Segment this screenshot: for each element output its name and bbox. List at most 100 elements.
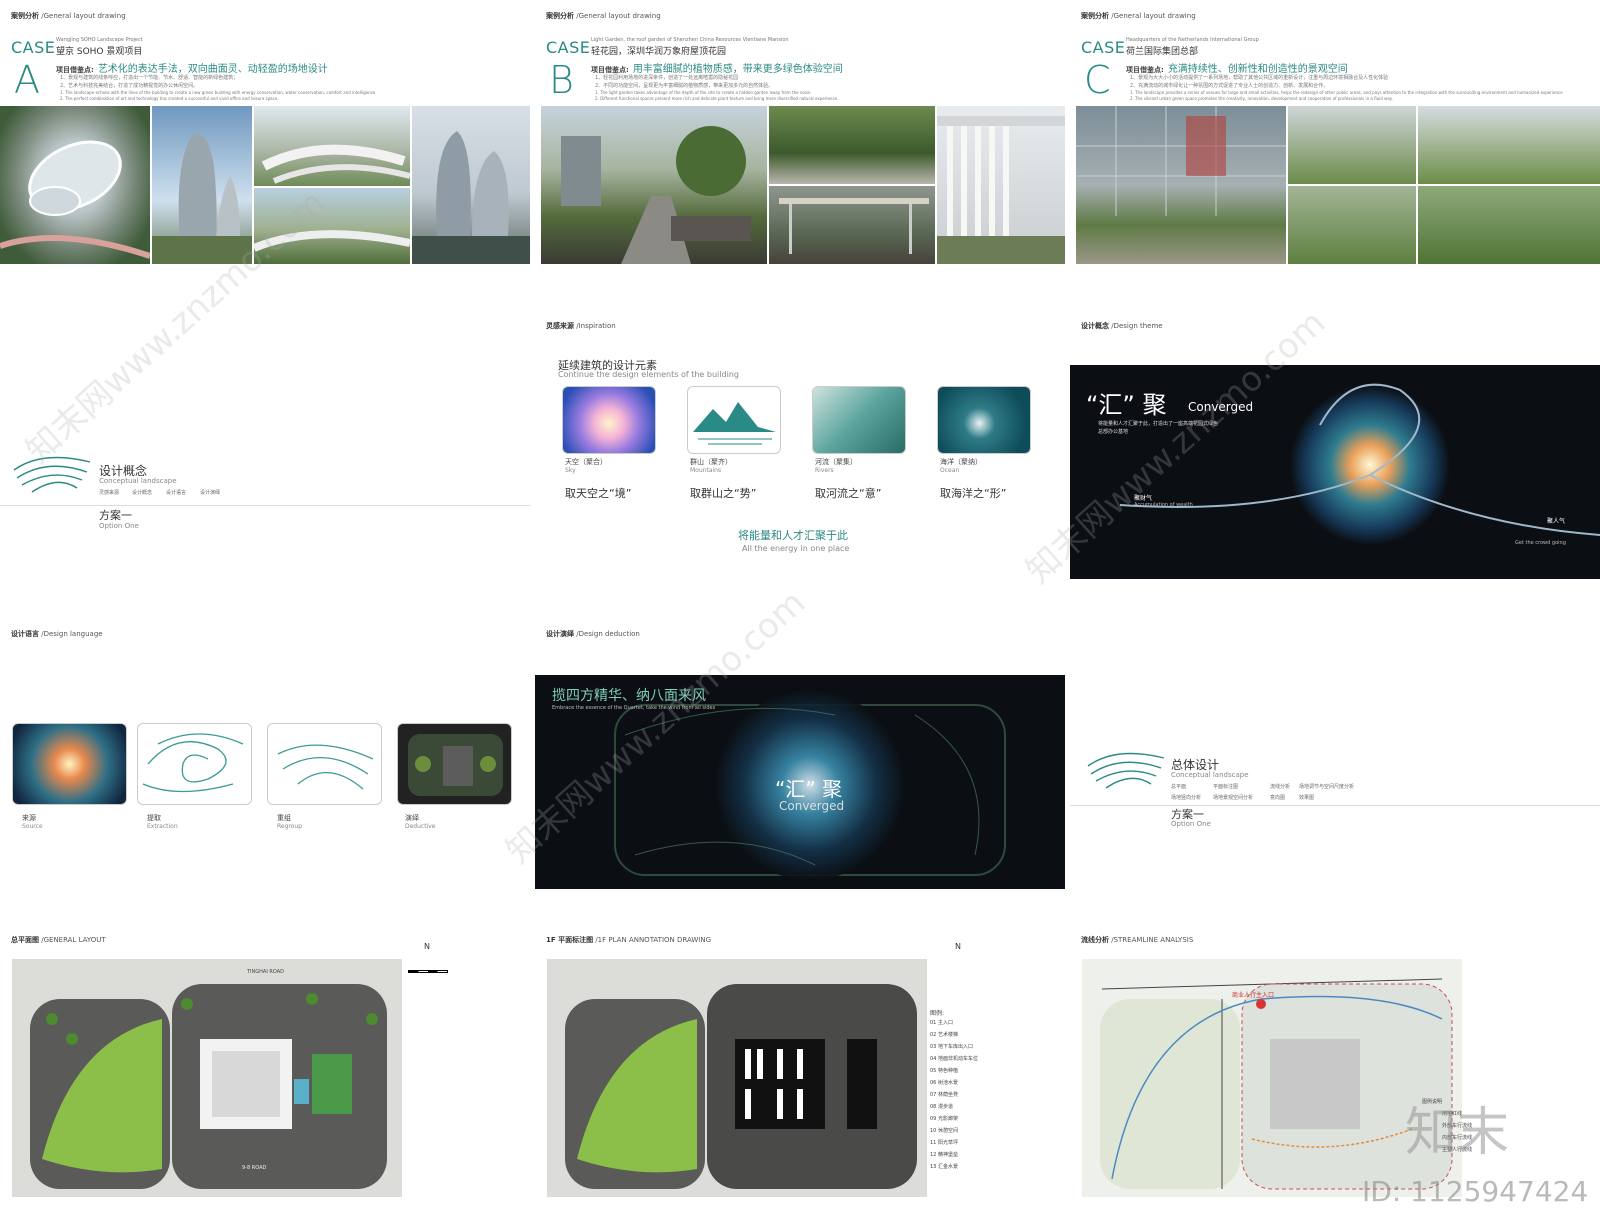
overall-sub: 场地竖向分析 [1171, 795, 1202, 801]
document-page: 案例分析 /General layout drawing CASE Wangji… [0, 0, 1600, 1229]
photo-lawn [769, 106, 935, 184]
photo-building [1076, 106, 1286, 264]
note-4: 2. The perfect combination of art and te… [60, 96, 279, 101]
caption: 来源 [22, 814, 36, 822]
section-label: 灵感来源 /Inspiration [546, 322, 616, 330]
divider [0, 505, 530, 506]
concept-sub: 设计演绎 [200, 490, 221, 496]
option-title: 方案一 [99, 509, 132, 522]
caption-en: Deductive [405, 823, 436, 830]
deduction-panel: 揽四方精华、纳八面来风 Embrace the essence of the Q… [535, 675, 1065, 889]
legend-item: 07 林荫坐凳 [930, 1092, 958, 1098]
section-label: 设计语言 /Design language [11, 630, 103, 638]
photo-park [1418, 106, 1600, 184]
section-label: 1F 平面标注图 /1F PLAN ANNOTATION DRAWING [546, 936, 712, 944]
note-3: 1. The light garden takes advantage of t… [595, 90, 811, 95]
note-2: 2、不同的功能空间，呈现更为丰富细腻的植物质感，带来更加多元的自然体验。 [595, 83, 774, 89]
photo-pavilion [769, 186, 935, 264]
divider [1070, 805, 1600, 806]
slide-general-layout: 总平面图 /GENERAL LAYOUT TINGHAI ROAD 9-8 RO… [0, 924, 530, 1229]
slide-deduction: 设计演绎 /Design deduction 揽四方精华、纳八面来风 Embra… [535, 618, 1065, 923]
card-regroup [267, 723, 382, 805]
caption-en: Extraction [147, 823, 178, 830]
note-3: 1. The landscape provides a series of ve… [1130, 90, 1563, 95]
concept-sub: 设计概念 [132, 490, 153, 496]
case-title: 荷兰国际集团总部 [1126, 47, 1199, 57]
note-1: 1、轻花园利用场地的进深条件，创造了一处远离喧嚣的隐秘花园 [595, 75, 739, 81]
case-letter: C [1084, 58, 1111, 102]
slide-language: 设计语言 /Design language 来源 Source 提取 Extra… [0, 618, 530, 923]
card-source [12, 723, 127, 805]
inspiration-summary: 将能量和人才汇聚于此 [738, 529, 848, 542]
concept-sub: 设计语言 [166, 490, 187, 496]
caption: 演绎 [405, 814, 419, 822]
note-4: 2. The vibrant urban green space promote… [1130, 96, 1393, 101]
highlight: 项目借鉴点: 艺术化的表达手法，双向曲面灵、动轻盈的场地设计 [56, 64, 328, 75]
photo-aerial [0, 106, 150, 264]
site-plan: TINGHAI ROAD 9-8 ROAD [12, 959, 402, 1197]
concept-en: Conceptual landscape [99, 477, 177, 485]
slide-overall: 总体设计 Conceptual landscape 总平面 平面标注图 流线分析… [1070, 618, 1600, 923]
theme-right: 聚人气 [1547, 518, 1566, 525]
slide-concept: 设计概念 Conceptual landscape 灵感来源 设计概念 设计语言… [0, 310, 530, 615]
legend-item: 06 树池水景 [930, 1080, 958, 1086]
slide-case-c: 案例分析 /General layout drawing CASE Headqu… [1070, 0, 1600, 305]
overall-sub: 流线分析 [1270, 784, 1291, 790]
swirl-logo [1087, 752, 1165, 789]
case-letter: A [14, 58, 40, 102]
overall-sub: 效果图 [1299, 795, 1315, 801]
legend-item: 09 光影廊架 [930, 1116, 958, 1122]
card-rivers [812, 386, 906, 454]
road-label: 9-8 ROAD [242, 1165, 267, 1171]
legend-title: 图例: [930, 1010, 945, 1017]
highlight: 项目借鉴点: 用丰富细腻的植物质感，带来更多绿色体验空间 [591, 64, 843, 75]
case-title: 轻花园，深圳华润万象府屋顶花园 [591, 47, 727, 57]
deduction-center-en: Converged [779, 799, 845, 813]
photo-plaza [254, 106, 410, 186]
slide-theme: 设计概念 /Design theme “汇” 聚 Converged 将能量和人… [1070, 310, 1600, 615]
take-text: 取天空之“境” [565, 487, 632, 500]
caption-en: Ocean [940, 467, 960, 474]
scale-bar [408, 970, 448, 973]
overall-en: Conceptual landscape [1171, 771, 1249, 779]
road-label: TINGHAI ROAD [247, 969, 284, 975]
caption-en: Rivers [815, 467, 834, 474]
slide-inspiration: 灵感来源 /Inspiration 延续建筑的设计元素 Continue the… [535, 310, 1065, 615]
photo-pergola [937, 106, 1065, 264]
highlight: 项目借鉴点: 充满持续性、创新性和创造性的景观空间 [1126, 64, 1348, 75]
card-mountains [687, 386, 781, 454]
note-1: 1、景观与建筑的线条呼应，打造出一个节能、节水、舒适、智能的新绿色建筑； [60, 75, 239, 81]
option-en: Option One [1171, 820, 1211, 828]
caption-en: Source [22, 823, 43, 830]
photo-green [1418, 186, 1600, 264]
legend-item: 03 地下车库出入口 [930, 1044, 973, 1050]
section-label: 案例分析 /General layout drawing [1081, 12, 1196, 20]
note-1: 1、景观为大大小小的活动提供了一系列场地，帮助了其他公共区域的重新设计，注重与周… [1130, 75, 1389, 81]
slide-case-a: 案例分析 /General layout drawing CASE Wangji… [0, 0, 530, 305]
annotation-plan [547, 959, 927, 1197]
north-arrow: N [424, 942, 430, 951]
entry-label: 商业人行主入口 [1232, 992, 1275, 999]
overall-sub: 总平面 [1171, 784, 1187, 790]
legend-item: 04 地面非机动车车位 [930, 1056, 978, 1062]
inspiration-heading-en: Continue the design elements of the buil… [558, 370, 739, 379]
case-word: CASE [11, 38, 56, 57]
take-text: 取群山之“势” [690, 487, 757, 500]
caption: 海洋（聚纳） [940, 458, 982, 466]
case-title: 望京 SOHO 景观项目 [56, 47, 143, 57]
slide-case-b: 案例分析 /General layout drawing CASE Light … [535, 0, 1065, 305]
card-ocean [937, 386, 1031, 454]
concept-sub: 灵感来源 [99, 490, 120, 496]
photo-ramps [1288, 106, 1416, 184]
photo-towers-water [412, 106, 530, 264]
legend-item: 08 漫步道 [930, 1104, 953, 1110]
watermark-id: ID: 1125947424 [1362, 1175, 1589, 1208]
section-label: 设计概念 /Design theme [1081, 322, 1163, 330]
note-2: 2、艺术与科技完美结合，打造了成功精视觉的办公休闲空间。 [60, 83, 199, 89]
case-title-en: Headquarters of the Netherlands Internat… [1126, 37, 1259, 43]
note-2: 2、充满流动的城市绿化让一种氛围的方式促进了专业人士的创造力、创新、发展和合作。 [1130, 83, 1329, 89]
deduction-center: “汇” 聚 [775, 777, 843, 801]
theme-desc-1: 将能量和人才汇聚于此，打造出了一座高端花园式绿色 [1098, 421, 1219, 427]
caption-en: Regroup [277, 823, 303, 830]
card-extraction [137, 723, 252, 805]
